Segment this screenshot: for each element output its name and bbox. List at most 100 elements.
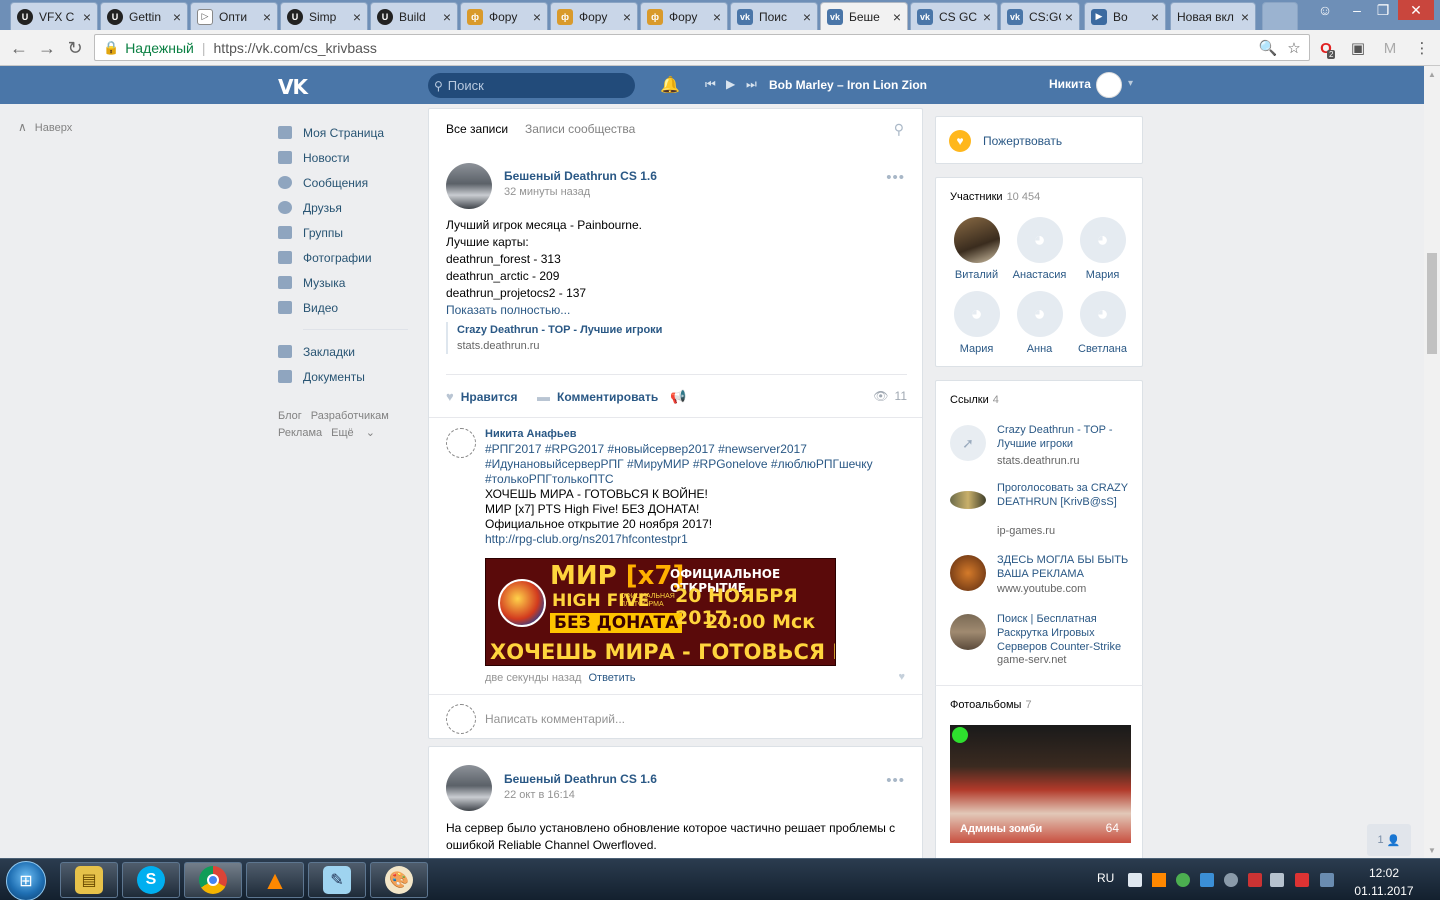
menu-item-photos[interactable]: Фотографии [278,245,408,270]
close-icon[interactable]: × [1241,9,1249,25]
tray-green-icon[interactable] [1176,873,1190,887]
close-icon[interactable]: × [623,9,631,25]
taskbar-chrome[interactable] [184,862,242,898]
close-icon[interactable]: × [1065,9,1073,25]
extension-icon[interactable]: ▣ [1348,38,1368,58]
language-indicator[interactable]: RU [1097,871,1114,885]
prev-track-icon[interactable]: ⏮ [705,77,716,92]
member-item[interactable]: ◕ Мария [1071,217,1134,281]
share-button[interactable]: 📢 [670,389,693,405]
forward-icon[interactable]: → [36,37,58,59]
footer-link-blog[interactable]: Блог [278,410,302,422]
close-icon[interactable]: × [353,9,361,25]
tray-mute-icon[interactable] [1295,873,1309,887]
browser-tab[interactable]: U Gettin × [100,2,188,30]
tray-sound-icon[interactable] [1270,873,1284,887]
member-item[interactable]: ◕ Мария [945,291,1008,355]
tab-all-posts[interactable]: Все записи [439,122,515,151]
taskbar-paint[interactable]: 🎨 [370,862,428,898]
browser-tab[interactable]: ▶ Bo × [1084,2,1166,30]
vk-logo[interactable]: VK [278,75,308,99]
browser-tab-active[interactable]: vk Беше × [820,2,908,31]
browser-tab[interactable]: vkCS:GC× [1000,2,1080,30]
menu-item-news[interactable]: Новости [278,145,408,170]
member-item[interactable]: ◕ Анна [1008,291,1071,355]
post-author[interactable]: Бешеный Deathrun CS 1.6 [504,169,657,183]
post-author[interactable]: Бешеный Deathrun CS 1.6 [504,772,657,786]
scrollbar-thumb[interactable] [1427,253,1437,354]
album-cover[interactable]: Админы зомби 64 [950,725,1131,843]
menu-item-messages[interactable]: Сообщения [278,170,408,195]
scroll-button[interactable]: 1 👤 [1367,824,1411,856]
like-button[interactable]: ♥ Нравится [446,389,518,404]
menu-item-music[interactable]: Музыка [278,270,408,295]
start-button[interactable]: ⊞ [6,861,46,900]
menu-item-documents[interactable]: Документы [278,364,408,389]
heart-icon[interactable]: ♥ [898,671,905,683]
browser-tab[interactable]: vk CS GC × [910,2,998,30]
browser-tab[interactable]: ф Фору × [640,2,728,30]
avatar[interactable] [446,428,476,458]
back-to-top-link[interactable]: ∧ Наверх [18,120,72,134]
browser-tab[interactable]: U Simp × [280,2,368,30]
ad-banner-image[interactable]: МИР [x7] HIGH FIVE ОФИЦИАЛЬНАЯ ПЛАТФОРМА … [485,558,836,666]
browser-tab[interactable]: ф Фору × [550,2,638,30]
play-icon[interactable]: ▶ [726,77,735,91]
show-more-link[interactable]: Показать полностью... [446,302,906,319]
new-tab-button[interactable] [1262,2,1298,30]
bookmark-star-icon[interactable]: ☆ [1284,38,1304,58]
avatar[interactable] [1096,72,1122,98]
reply-link[interactable]: Ответить [588,672,635,684]
system-clock[interactable]: 12:02 01.11.2017 [1344,864,1424,900]
browser-tab[interactable]: Новая вкл × [1170,2,1256,30]
post-date[interactable]: 22 окт в 16:14 [504,789,575,801]
browser-tab[interactable]: U Build × [370,2,458,30]
member-item[interactable]: Виталий [945,217,1008,281]
notifications-bell-icon[interactable]: 🔔 [660,75,680,95]
chevron-down-icon[interactable]: ▾ [1128,78,1133,89]
menu-icon[interactable]: ⋮ [1412,38,1432,58]
tray-app-icon[interactable] [1128,873,1142,887]
zoom-icon[interactable]: 🔍 [1258,38,1278,58]
close-icon[interactable]: × [263,9,271,25]
comment-button[interactable]: ▬ Комментировать [537,389,658,404]
next-track-icon[interactable]: ⏭ [746,77,757,92]
comment-author[interactable]: Никита Анафьев [485,428,577,440]
links-title[interactable]: Ссылки 4 [950,394,999,406]
close-window-icon[interactable]: ✕ [1398,0,1434,20]
more-options-icon[interactable]: ••• [886,772,905,789]
menu-item-friends[interactable]: Друзья [278,195,408,220]
tray-network-icon[interactable] [1320,873,1334,887]
tray-red-icon[interactable] [1248,873,1262,887]
close-icon[interactable]: × [443,9,451,25]
donate-button[interactable]: ♥ Пожертвовать [935,116,1143,164]
more-options-icon[interactable]: ••• [886,169,905,186]
member-item[interactable]: ◕ Светлана [1071,291,1134,355]
browser-tab[interactable]: U VFX C × [10,2,98,30]
hashtags[interactable]: #РПГ2017 #RPG2017 #новыйсервер2017 #news… [485,442,905,457]
close-icon[interactable]: × [803,9,811,25]
browser-tab[interactable]: ▷ Опти × [190,2,278,30]
menu-item-my-page[interactable]: Моя Страница [278,120,408,145]
search-input[interactable]: ⚲ Поиск [428,73,635,98]
now-playing-track[interactable]: Bob Marley – Iron Lion Zion [769,78,927,92]
taskbar-skype[interactable]: S [122,862,180,898]
profile-icon[interactable]: ☺ [1310,0,1340,20]
taskbar-notepad[interactable]: ✎ [308,862,366,898]
close-icon[interactable]: × [1151,9,1159,25]
tray-arrow-icon[interactable] [1200,873,1214,887]
avatar[interactable] [446,163,492,209]
close-icon[interactable]: × [533,9,541,25]
tab-community-posts[interactable]: Записи сообщества [525,122,635,136]
link-attachment[interactable]: Crazy Deathrun - TOP - Лучшие игроки sta… [446,322,662,354]
maximize-icon[interactable]: ❐ [1368,0,1398,20]
comment-link[interactable]: http://rpg-club.org/ns2017hfcontestpr1 [485,532,905,547]
scroll-down-icon[interactable]: ▼ [1428,846,1436,855]
tray-vlc-icon[interactable] [1152,873,1166,887]
close-icon[interactable]: × [893,9,901,25]
members-title[interactable]: Участники 10 454 [950,191,1040,203]
footer-link-ads[interactable]: Реклама [278,427,322,439]
tray-steam-icon[interactable] [1224,873,1238,887]
footer-link-dev[interactable]: Разработчикам [311,410,389,422]
footer-link-more[interactable]: Ещё ⌄ [331,427,384,439]
